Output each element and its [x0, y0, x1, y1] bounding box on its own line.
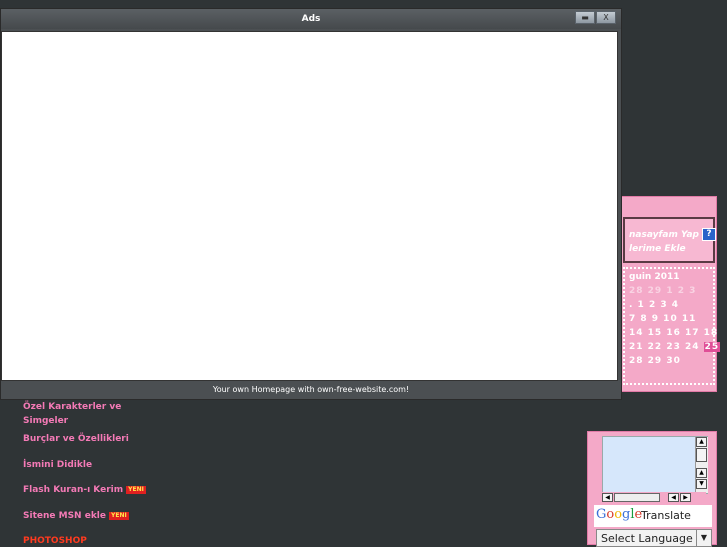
calendar-today[interactable]: 25: [703, 342, 721, 352]
vertical-scrollbar[interactable]: ▲ ▲ ▼: [695, 437, 708, 493]
scroll-up-icon[interactable]: ▲: [696, 468, 707, 478]
window-controls: ▬ X: [575, 11, 617, 25]
link-ozel-karakterler[interactable]: Özel Karakterler ve Simgeler: [23, 402, 121, 426]
scroll-left-icon[interactable]: ◀: [602, 493, 613, 502]
calendar-row: 7 8 9 10 11: [629, 314, 697, 324]
ads-window: Ads ▬ X Your own Homepage with own-free-…: [0, 8, 622, 400]
link-ismini-didikle[interactable]: İsmini Didikle: [23, 460, 92, 470]
scroll-thumb[interactable]: [696, 448, 707, 462]
translate-widget: ▲ ▲ ▼ ◀ ◀ ▶ Google Translate Select Lang…: [587, 431, 717, 547]
ads-content-area[interactable]: [1, 31, 618, 381]
link-label: Sitene MSN ekle: [23, 511, 106, 521]
help-icon[interactable]: ?: [701, 228, 716, 241]
horizontal-scrollbar[interactable]: ◀ ◀ ▶: [602, 492, 706, 504]
ads-footer-link[interactable]: Your own Homepage with own-free-website.…: [1, 381, 621, 399]
scroll-up-icon[interactable]: ▲: [696, 437, 707, 447]
link-label: Özel Karakterler ve: [23, 402, 122, 412]
link-label-line2: Simgeler: [23, 416, 69, 426]
close-icon[interactable]: X: [596, 11, 616, 24]
link-burclar[interactable]: Burçlar ve Özellikleri: [23, 434, 129, 444]
google-logo: Google: [596, 507, 643, 522]
favorites-link[interactable]: lerime Ekle: [629, 244, 686, 254]
link-msn-ekle[interactable]: Sitene MSN ekle YENI: [23, 511, 129, 521]
google-translate-brand: Google Translate: [594, 505, 712, 527]
homepage-link[interactable]: nasayfam Yap?: [629, 228, 716, 241]
side-widget: nasayfam Yap? lerime Ekle guin 2011 28 2…: [618, 196, 721, 392]
scroll-right-icon[interactable]: ▶: [680, 493, 691, 502]
scroll-down-icon[interactable]: ▼: [696, 479, 707, 489]
calendar-row: 28 29 30: [629, 356, 681, 366]
scroll-left-icon[interactable]: ◀: [668, 493, 679, 502]
calendar-title: guin 2011: [629, 272, 680, 282]
chevron-down-icon[interactable]: ▼: [696, 530, 711, 546]
translate-label: Translate: [641, 509, 691, 522]
scroll-track[interactable]: [614, 493, 660, 502]
minimize-icon[interactable]: ▬: [575, 11, 595, 24]
translate-textbox[interactable]: ▲ ▲ ▼: [602, 436, 708, 494]
calendar-row-text: 21 22 23 24: [629, 342, 700, 352]
calendar: guin 2011 28 29 1 2 3 . 1 2 3 4 7 8 9 10…: [623, 267, 721, 385]
calendar-header-row: 28 29 1 2 3: [629, 286, 697, 296]
language-select[interactable]: Select Language ▼: [596, 529, 712, 547]
calendar-row: . 1 2 3 4: [629, 300, 680, 310]
language-select-value: Select Language: [601, 532, 693, 545]
ads-window-title[interactable]: Ads: [1, 9, 621, 29]
new-badge: YENI: [126, 485, 146, 494]
side-links-box: nasayfam Yap? lerime Ekle: [623, 217, 716, 263]
link-label: Flash Kuran-ı Kerim: [23, 485, 124, 495]
calendar-row: 14 15 16 17 18: [629, 328, 719, 338]
calendar-row: 21 22 23 24 25: [629, 342, 721, 352]
new-badge: YENI: [109, 511, 129, 520]
link-flash-kuran[interactable]: Flash Kuran-ı Kerim YENI: [23, 485, 146, 495]
homepage-link-label: nasayfam Yap: [629, 230, 699, 240]
